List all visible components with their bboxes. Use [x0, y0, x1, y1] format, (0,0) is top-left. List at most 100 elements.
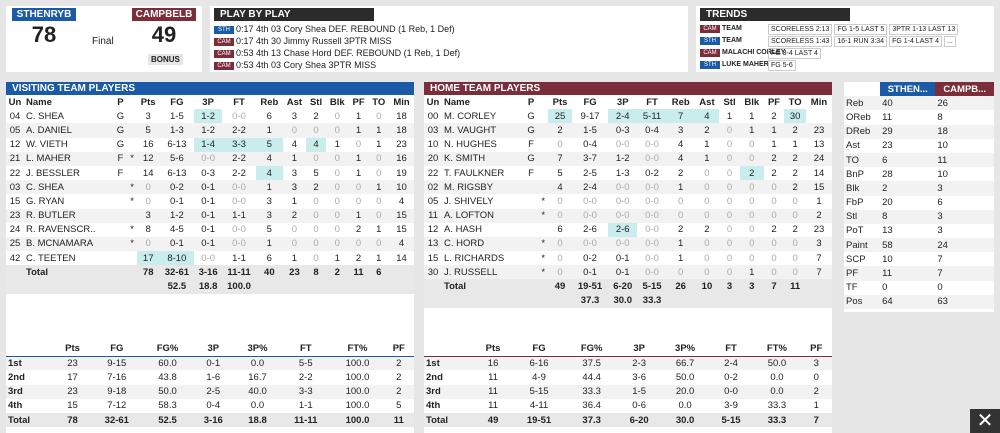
column-header[interactable]: Un [6, 95, 24, 109]
trend-row[interactable]: CAM MALACHI CORLEYFG 3-4 LAST 4 [700, 47, 990, 59]
player-row[interactable]: 10 N. HUGHES F 0 0-4 0-0 0-0 4 1 0 0 1 1 13 [424, 138, 832, 152]
total-cell: 6 [368, 265, 390, 280]
trend-row[interactable]: STH TEAM SCORELESS 1:43 16-1 RUN 3:34 FG 1-4… [700, 35, 990, 47]
player-name[interactable]: J. BESSLER [24, 166, 114, 180]
trends-list[interactable]: CAM TEAM SCORELESS 2:13 FG 1-5 LAST 5 3PTR 1… [696, 23, 994, 71]
stat-cell: 1 [348, 208, 369, 223]
player-name[interactable]: B. MCNAMARA [24, 236, 114, 252]
player-name[interactable]: M. CORLEY [442, 109, 524, 123]
stat-cell: 11 [424, 208, 442, 223]
pbp-row[interactable]: CAM 0:53 4th 13 Chase Hord DEF. REBOUND (… [214, 47, 684, 59]
column-header[interactable]: Reb [256, 95, 283, 109]
player-name[interactable]: R. RAVENSCR.. [24, 223, 114, 237]
pbp-row[interactable]: STH 0:17 4th 03 Cory Shea DEF. REBOUND (1… [214, 23, 684, 35]
player-row[interactable]: 42 C. TEETEN 17 8-10 0-0 1-1 6 1 0 1 2 1 14 [6, 251, 414, 266]
column-header[interactable]: Blk [326, 95, 349, 109]
column-header[interactable]: Stl [719, 95, 740, 109]
column-header[interactable]: P [114, 95, 128, 109]
column-header[interactable]: Name [442, 95, 524, 109]
home-stat-value: 8 [937, 111, 943, 123]
player-name[interactable]: J. SHIVELY [442, 194, 524, 208]
stat-cell: * [130, 195, 134, 207]
player-name[interactable]: K. SMITH [442, 151, 524, 166]
player-row[interactable]: 30 J. RUSSELL * 0 0-1 0-1 0-0 0 0 0 1 0 0 7 [424, 265, 832, 280]
player-row[interactable]: 05 A. DANIEL G 5 1-3 1-2 2-2 1 0 0 0 1 1 18 [6, 123, 414, 138]
player-name[interactable]: C. SHEA [24, 180, 114, 195]
player-name[interactable]: C. HORD [442, 236, 524, 252]
player-row[interactable]: 24 R. RAVENSCR.. * 8 4-5 0-1 0-0 5 0 0 0 2 1 15 [6, 223, 414, 237]
stat-cell: 1-1 [232, 252, 246, 264]
player-row[interactable]: 13 C. HORD * 0 0-0 0-0 0-0 1 0 0 0 0 0 3 [424, 236, 832, 252]
player-name[interactable]: A. HASH [442, 223, 524, 237]
column-header[interactable]: 3P [608, 95, 637, 109]
player-row[interactable]: 05 J. SHIVELY * 0 0-0 0-0 0-0 0 0 0 0 0 0 1 [424, 194, 832, 208]
column-header[interactable]: 3P [194, 95, 222, 109]
player-name[interactable]: A. DANIEL [24, 123, 114, 138]
player-row[interactable]: 22 T. FAULKNER F 5 2-5 1-3 0-2 2 0 0 2 2 2 14 [424, 165, 832, 181]
player-name[interactable]: T. FAULKNER [442, 166, 524, 180]
player-name[interactable]: C. SHEA [24, 109, 114, 123]
player-row[interactable]: 03 M. VAUGHT G 2 1-5 0-3 0-4 3 2 0 1 1 2 23 [424, 123, 832, 138]
player-row[interactable]: 02 M. RIGSBY 4 2-4 0-0 0-0 1 0 0 0 0 2 15 [424, 180, 832, 195]
stat-cell: 42 [9, 252, 21, 264]
pbp-row[interactable]: CAM 0:17 4th 30 Jimmy Russell 3PTR MISS [214, 35, 684, 47]
column-header[interactable]: FT [637, 95, 666, 109]
column-header[interactable]: Name [24, 95, 114, 109]
player-name[interactable]: C. TEETEN [24, 251, 114, 265]
player-name[interactable]: J. RUSSELL [442, 265, 524, 280]
pct-cell [306, 279, 326, 294]
player-row[interactable]: 23 R. BUTLER 3 1-2 0-1 1-1 3 2 0 0 1 0 15 [6, 208, 414, 223]
column-header[interactable]: Min [389, 95, 414, 109]
player-row[interactable]: 12 A. HASH 6 2-6 2-6 0-0 2 2 0 0 2 2 23 [424, 222, 832, 237]
player-name[interactable]: G. RYAN [24, 194, 114, 208]
player-name[interactable]: R. BUTLER [24, 208, 114, 223]
player-row[interactable]: 22 J. BESSLER F 14 6-13 0-3 2-2 4 3 5 0 1 0 19 [6, 165, 414, 181]
column-header[interactable]: Min [806, 95, 832, 109]
column-header[interactable]: Blk [740, 95, 764, 109]
column-header[interactable]: FG [160, 95, 194, 109]
trend-row[interactable]: CAM TEAM SCORELESS 2:13 FG 1-5 LAST 5 3PTR 1… [700, 23, 990, 35]
player-row[interactable]: 03 C. SHEA * 0 0-2 0-1 0-0 1 3 2 0 0 1 10 [6, 180, 414, 195]
column-header[interactable]: TO [368, 95, 389, 109]
column-header[interactable]: Pts [137, 95, 160, 109]
pbp-row[interactable]: CAM 0:53 4th 03 Cory Shea 3PTR MISS [214, 59, 684, 71]
player-name[interactable]: A. LOFTON [442, 208, 524, 223]
trend-row[interactable]: STH LUKE MAHER FG 5-6 [700, 59, 990, 71]
column-header[interactable]: PF [349, 95, 369, 109]
column-header[interactable]: FT [222, 95, 256, 109]
player-row[interactable]: 11 A. LOFTON * 0 0-0 0-0 0-0 0 0 0 0 0 0 2 [424, 208, 832, 223]
player-row[interactable]: 15 L. RICHARDS * 0 0-2 0-1 0-0 1 0 0 0 0 0 7 [424, 251, 832, 265]
away-team-header: STHEN... [880, 82, 936, 97]
column-header[interactable]: TO [784, 95, 806, 109]
player-row[interactable]: 21 L. MAHER F * 12 5-6 0-0 2-2 4 1 0 0 1 0 16 [6, 151, 414, 166]
column-header[interactable]: Reb [667, 95, 695, 109]
player-name[interactable]: W. VIETH [24, 138, 114, 152]
player-name[interactable]: M. RIGSBY [442, 180, 524, 195]
away-stat-value: 11 [882, 111, 892, 123]
player-row[interactable]: 00 M. CORLEY G 25 9-17 2-4 5-11 7 4 1 1 2 30 [424, 109, 832, 124]
pbp-list[interactable]: STH 0:17 4th 03 Cory Shea DEF. REBOUND (1… [210, 23, 688, 71]
column-header[interactable]: Pts [548, 95, 572, 109]
column-header[interactable]: Un [424, 95, 442, 109]
column-header[interactable]: Stl [306, 95, 326, 109]
column-header[interactable] [538, 95, 548, 109]
close-button[interactable]: ✕ [970, 409, 1000, 433]
player-row[interactable]: 15 G. RYAN * 0 0-1 0-1 0-0 3 1 0 0 0 0 4 [6, 194, 414, 208]
column-header[interactable] [127, 95, 136, 109]
stat-cell: 0-2 [645, 167, 659, 179]
column-header[interactable]: PF [764, 95, 785, 109]
player-row[interactable]: 12 W. VIETH G 16 6-13 1-4 3-3 5 4 4 1 0 1 23 [6, 137, 414, 152]
player-name[interactable]: N. HUGHES [442, 138, 524, 152]
table-header-row: Un Name P Pts FG 3P FT Reb Ast Stl Blk PF TO Min [6, 95, 414, 109]
stat-cell: 0 [348, 180, 369, 195]
column-header[interactable]: P [524, 95, 539, 109]
player-row[interactable]: 04 C. SHEA G 3 1-5 1-2 0-0 6 3 2 0 1 0 18 [6, 109, 414, 124]
player-name[interactable]: L. MAHER [24, 151, 114, 166]
player-name[interactable]: M. VAUGHT [442, 123, 524, 138]
column-header[interactable]: Ast [283, 95, 307, 109]
player-row[interactable]: 25 B. MCNAMARA * 0 0-1 0-1 0-0 1 0 0 0 0 0 4 [6, 236, 414, 252]
player-name[interactable]: L. RICHARDS [442, 251, 524, 265]
column-header[interactable]: FG [572, 95, 608, 109]
player-row[interactable]: 20 K. SMITH G 7 3-7 1-2 0-0 4 1 0 0 2 2 24 [424, 151, 832, 166]
column-header[interactable]: Ast [695, 95, 720, 109]
